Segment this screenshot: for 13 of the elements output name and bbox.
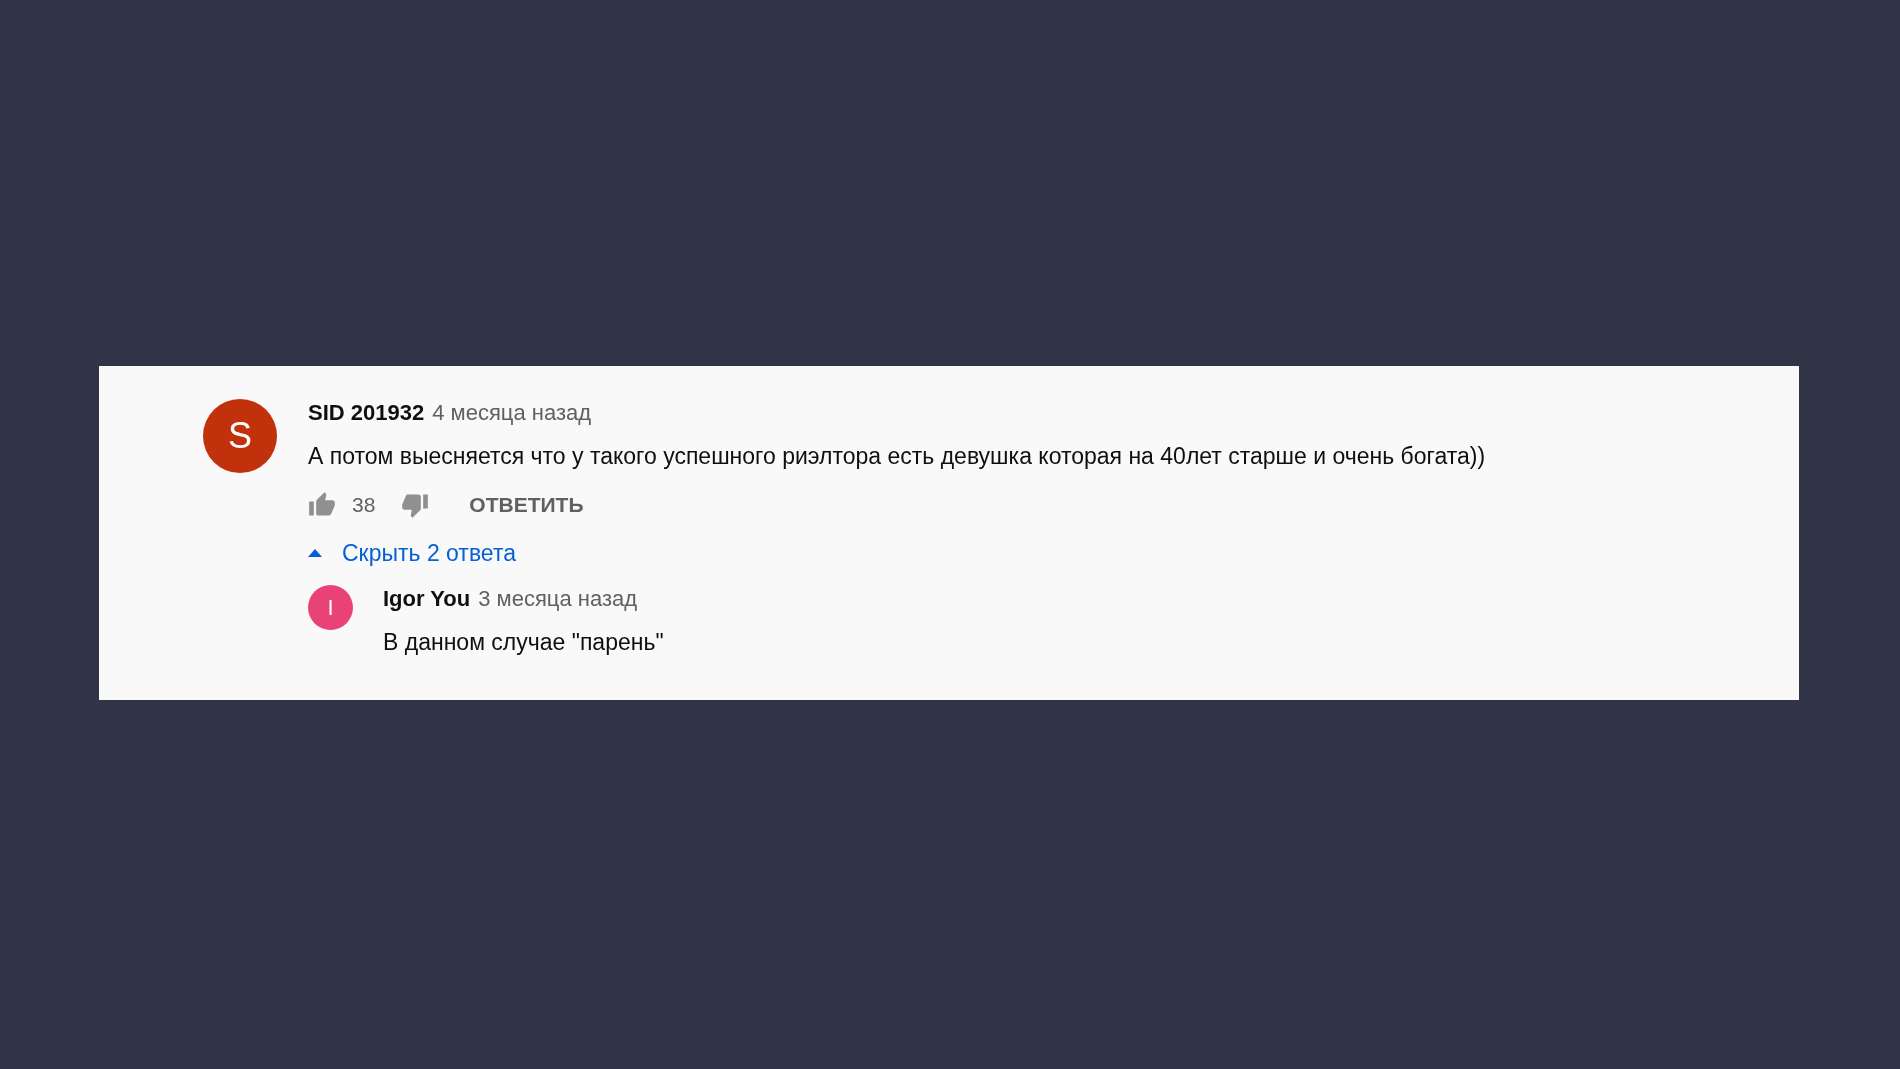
comment-text: А потом выесняется что у такого успешного риэлтора есть девушка которая на 40лет старше и очень богата)) — [308, 442, 1486, 471]
author-name[interactable]: Igor You — [383, 585, 471, 613]
comment-time[interactable]: 3 месяца назад — [478, 585, 638, 613]
caret-icon — [308, 549, 322, 557]
comment-time[interactable]: 4 месяца назад — [432, 399, 592, 427]
author-name[interactable]: SID 201932 — [308, 399, 425, 427]
like-count: 38 — [352, 492, 376, 519]
thumbs-up-icon[interactable] — [308, 491, 336, 519]
replies-toggle[interactable]: Скрыть 2 ответа — [308, 535, 1486, 571]
reply-button[interactable]: ОТВЕТИТЬ — [469, 489, 584, 521]
avatar[interactable]: I — [308, 585, 353, 630]
avatar[interactable]: S — [203, 399, 277, 473]
comment-text: В данном случае "парень" — [383, 628, 664, 657]
